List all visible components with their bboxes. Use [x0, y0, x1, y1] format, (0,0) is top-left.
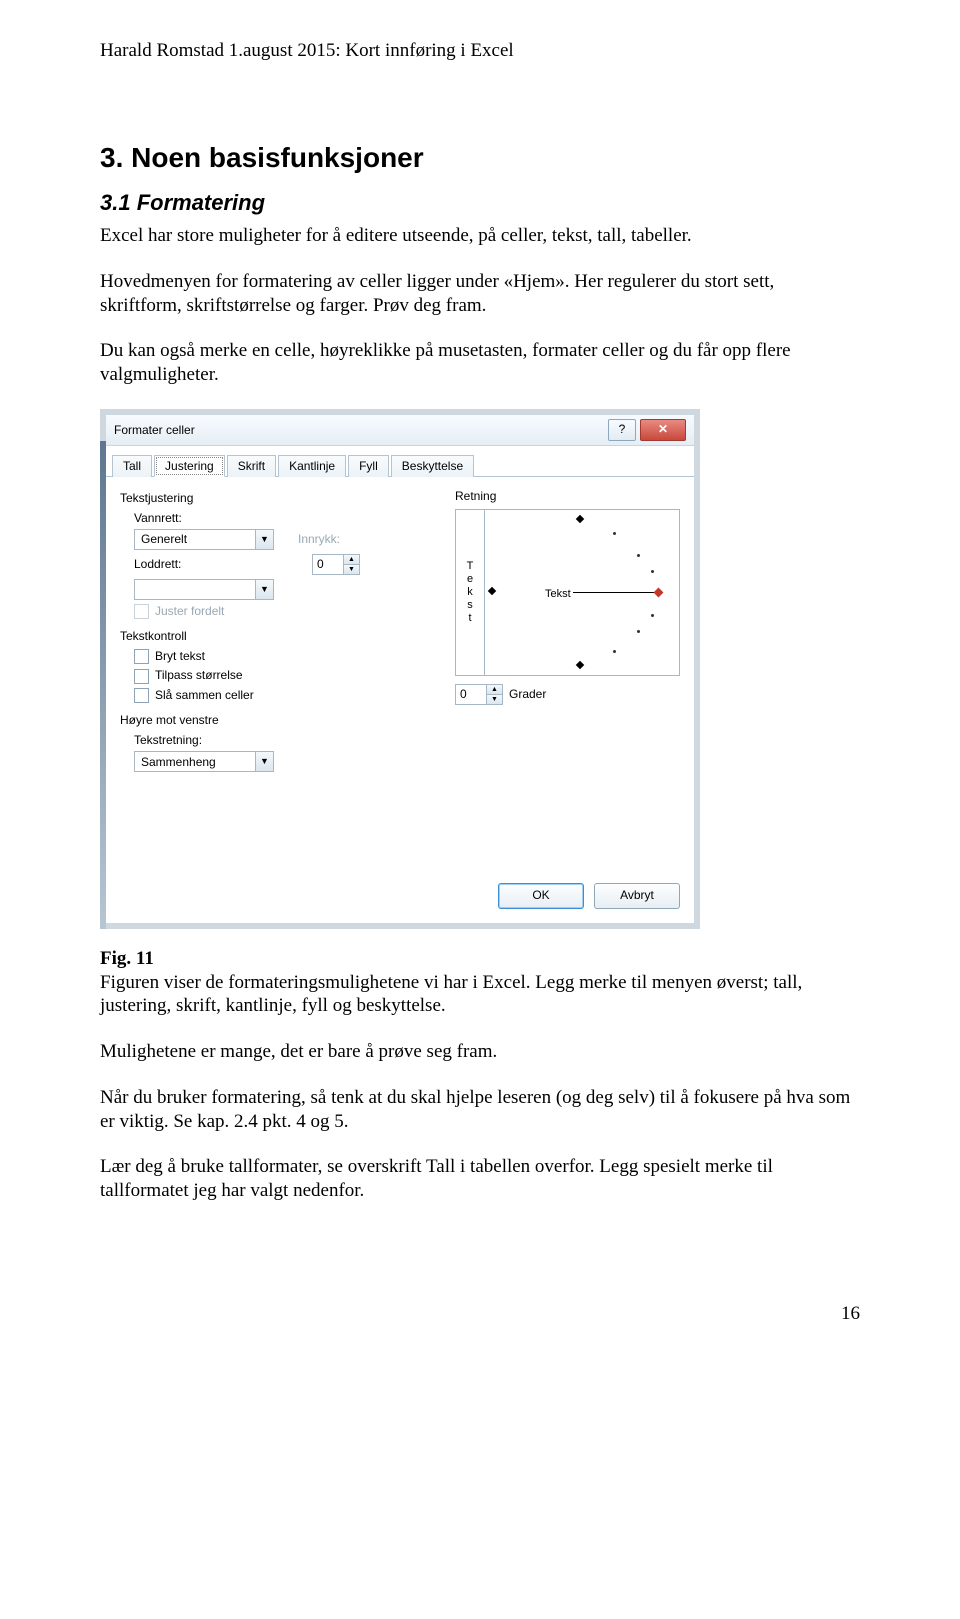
chevron-down-icon: ▼: [255, 752, 273, 771]
heading-section: 3. Noen basisfunksjoner: [100, 142, 860, 174]
tab-fyll[interactable]: Fyll: [348, 455, 389, 477]
label-bryt-tekst: Bryt tekst: [155, 649, 205, 663]
grader-value: 0: [456, 687, 486, 701]
dialog-titlebar: Formater celler ? ✕: [106, 415, 694, 446]
tabs-row: Tall Justering Skrift Kantlinje Fyll Bes…: [106, 446, 694, 477]
vannrett-value: Generelt: [135, 532, 255, 546]
dialog-title: Formater celler: [114, 423, 604, 437]
label-tilpass: Tilpass størrelse: [155, 668, 243, 682]
label-grader: Grader: [509, 687, 546, 701]
document-header: Harald Romstad 1.august 2015: Kort innfø…: [100, 40, 860, 62]
chevron-down-icon: ▼: [255, 530, 273, 549]
tab-tall[interactable]: Tall: [112, 455, 152, 477]
close-button[interactable]: ✕: [640, 419, 686, 441]
orientation-handle[interactable]: [654, 587, 664, 597]
label-innrykk: Innrykk:: [298, 532, 340, 546]
vannrett-combo[interactable]: Generelt ▼: [134, 529, 274, 550]
loddrett-combo[interactable]: ▼: [134, 579, 274, 600]
tab-skrift[interactable]: Skrift: [227, 455, 276, 477]
paragraph: Hovedmenyen for formatering av celler li…: [100, 270, 860, 318]
caption-text: Figuren viser de formateringsmulighetene…: [100, 972, 802, 1017]
checkbox-icon: [134, 604, 149, 619]
checkbox-icon: [134, 669, 149, 684]
tab-justering[interactable]: Justering: [154, 455, 225, 477]
page-number: 16: [100, 1303, 860, 1325]
paragraph: Du kan også merke en celle, høyreklikke …: [100, 339, 860, 387]
heading-subsection: 3.1 Formatering: [100, 190, 860, 216]
paragraph: Excel har store muligheter for å editere…: [100, 224, 860, 248]
orientation-text-label: Tekst: [545, 588, 571, 600]
group-label-hoyre-mot-venstre: Høyre mot venstre: [120, 713, 430, 727]
tab-beskyttelse[interactable]: Beskyttelse: [391, 455, 474, 477]
orientation-dial[interactable]: Tekst: [485, 510, 679, 675]
figure-caption: Fig. 11 Figuren viser de formateringsmul…: [100, 947, 860, 1018]
ok-button[interactable]: OK: [498, 883, 584, 909]
label-loddrett: Loddrett:: [120, 557, 194, 571]
caption-lead: Fig. 11: [100, 948, 154, 969]
innrykk-value: 0: [313, 557, 343, 571]
checkbox-juster-fordelt: Juster fordelt: [120, 604, 430, 619]
checkbox-bryt-tekst[interactable]: Bryt tekst: [120, 649, 430, 664]
checkbox-icon: [134, 649, 149, 664]
paragraph: Mulighetene er mange, det er bare å prøv…: [100, 1040, 860, 1064]
label-vannrett: Vannrett:: [120, 511, 194, 525]
tekstretning-combo[interactable]: Sammenheng ▼: [134, 751, 274, 772]
checkbox-icon: [134, 688, 149, 703]
orientation-widget[interactable]: Tekst Tekst: [455, 509, 680, 676]
label-juster-fordelt: Juster fordelt: [155, 604, 224, 618]
checkbox-tilpass-storrelse[interactable]: Tilpass størrelse: [120, 668, 430, 683]
innrykk-spinner[interactable]: 0 ▲▼: [312, 554, 360, 575]
paragraph: Når du bruker formatering, så tenk at du…: [100, 1086, 860, 1134]
group-label-tekstjustering: Tekstjustering: [120, 491, 430, 505]
paragraph: Lær deg å bruke tallformater, se overskr…: [100, 1155, 860, 1203]
cancel-button[interactable]: Avbryt: [594, 883, 680, 909]
spinner-buttons[interactable]: ▲▼: [486, 685, 502, 704]
orientation-vertical-text[interactable]: Tekst: [456, 510, 485, 675]
group-label-retning: Retning: [455, 489, 680, 503]
spinner-buttons[interactable]: ▲▼: [343, 555, 359, 574]
label-sla-sammen: Slå sammen celler: [155, 688, 254, 702]
tab-kantlinje[interactable]: Kantlinje: [278, 455, 346, 477]
format-cells-dialog: Formater celler ? ✕ Tall Justering Skrif…: [100, 409, 700, 929]
grader-spinner[interactable]: 0 ▲▼: [455, 684, 503, 705]
tekstretning-value: Sammenheng: [135, 755, 255, 769]
chevron-down-icon: ▼: [255, 580, 273, 599]
checkbox-sla-sammen[interactable]: Slå sammen celler: [120, 688, 430, 703]
label-tekstretning: Tekstretning:: [120, 733, 214, 747]
group-label-tekstkontroll: Tekstkontroll: [120, 629, 430, 643]
help-button[interactable]: ?: [608, 419, 636, 441]
